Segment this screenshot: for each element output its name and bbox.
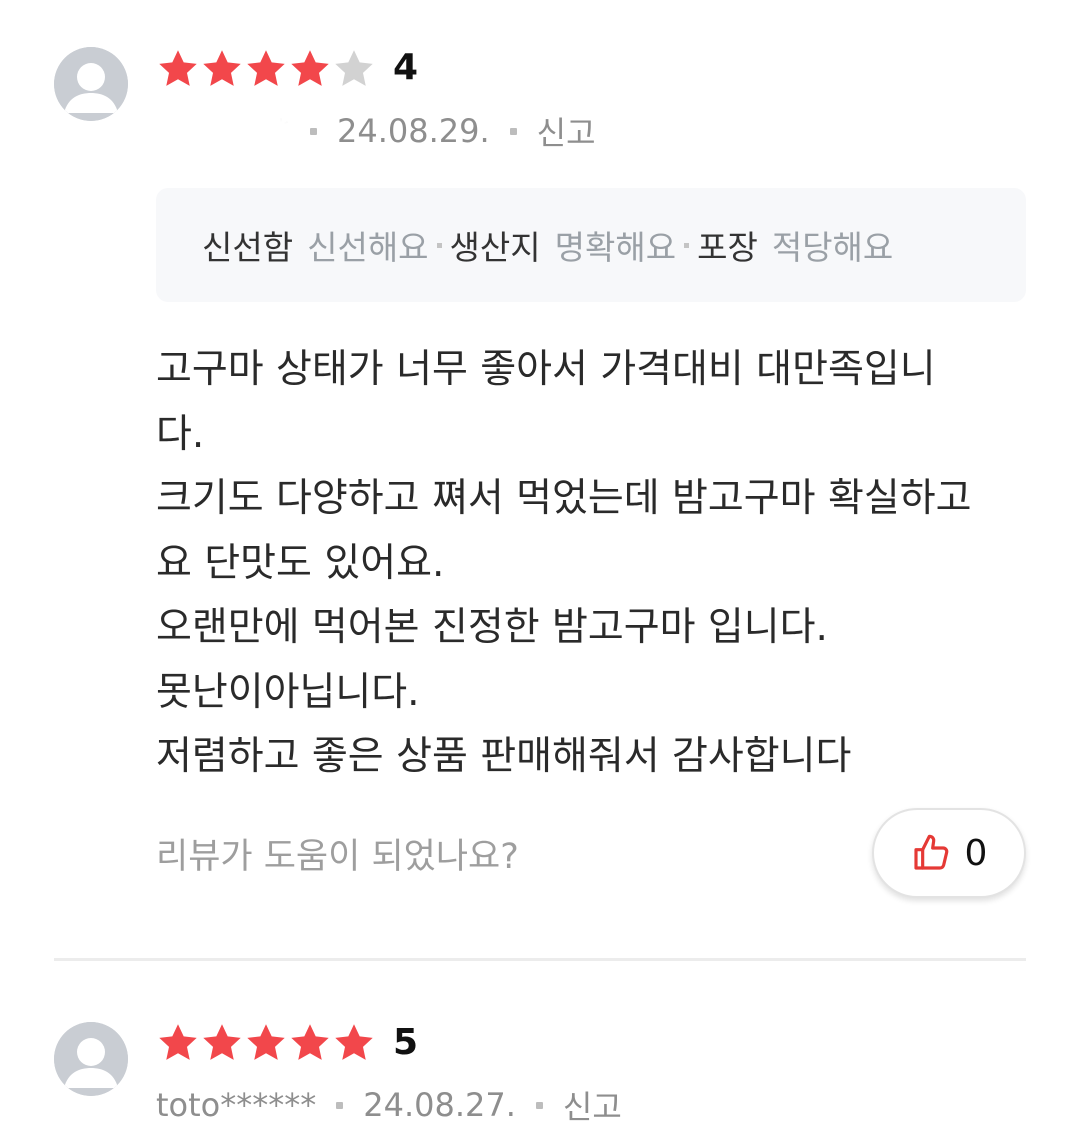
thumbs-up-icon [913,834,948,870]
star-filled-icon [247,50,285,86]
star-empty-icon [335,50,373,86]
review-tags: 신선함 신선해요 생산지 명확해요 포장 적당해요 [156,188,1026,302]
avatar [54,1022,128,1096]
review-line: 오랜만에 먹어본 진정한 밤고구마 입니다. [156,605,828,650]
review-line: 저렴하고 좋은 상품 판매해줘서 감사합니다 [156,734,852,779]
review-divider [54,958,1026,961]
star-filled-icon [159,1024,197,1060]
separator-dot [310,127,317,135]
like-count: 0 [964,832,988,874]
review-date: 24.08.27. [363,1086,516,1124]
star-filled-icon [247,1024,285,1060]
tag-value-origin: 명확해요 [554,228,677,267]
tag-key-packaging: 포장 [697,228,758,267]
rating-stars [156,47,376,91]
review-line: 못난이아닙니다. [156,669,420,715]
rating-number: 4 [393,47,419,88]
star-filled-icon [335,1024,373,1060]
review-line: 크기도 다양하고 쪄서 먹었는데 밤고구마 확실하고 [156,476,972,521]
helpful-question: 리뷰가 도움이 되었나요? [156,837,519,877]
review-meta: toto****** 24.08.27. 신고 [156,1082,622,1128]
tag-value-freshness: 신선해요 [307,228,429,267]
like-button[interactable]: 0 [872,808,1026,898]
separator-dot [509,127,517,135]
tag-value-packaging: 적당해요 [771,228,894,267]
review-date: 24.08.29. [337,112,490,150]
star-filled-icon [291,50,329,86]
separator-dot [684,242,690,248]
author-mask [160,104,310,174]
separator-dot [436,242,442,248]
review-text: 고구마 상태가 너무 좋아서 가격대비 대만족입니 다. 크기도 다양하고 쪄서… [156,338,1036,790]
review-line: 고구마 상태가 너무 좋아서 가격대비 대만족입니 [156,347,936,392]
report-link[interactable]: 신고 [563,1082,622,1128]
star-filled-icon [291,1024,329,1060]
rating-number: 5 [393,1022,419,1063]
user-silhouette-icon [54,47,128,121]
tag-key-freshness: 신선함 [202,228,294,267]
rating-stars [156,1021,376,1065]
user-silhouette-icon [54,1022,128,1096]
report-link[interactable]: 신고 [537,108,596,154]
review-line: 요 단맛도 있어요. [156,540,445,586]
tag-key-origin: 생산지 [449,228,541,267]
star-filled-icon [159,50,197,86]
separator-dot [336,1101,344,1109]
avatar [54,47,128,121]
star-filled-icon [203,50,241,86]
separator-dot [535,1101,543,1109]
author-name: toto****** [156,1086,317,1124]
star-filled-icon [203,1024,241,1060]
review-line: 다. [156,411,205,457]
